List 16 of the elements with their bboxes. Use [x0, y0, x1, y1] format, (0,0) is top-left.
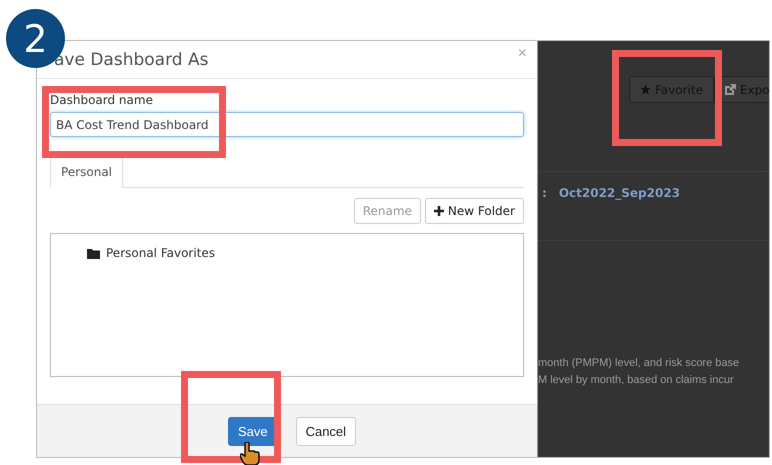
- period-link[interactable]: Oct2022_Sep2023: [558, 186, 680, 216]
- folder-icon: [87, 248, 100, 258]
- description-text: month (PMPM) level, and risk score base: [538, 357, 740, 369]
- folder-item[interactable]: Personal Favorites: [106, 246, 216, 260]
- close-button[interactable]: ×: [518, 44, 527, 62]
- star-icon: [640, 84, 651, 95]
- field-label: Dashboard name: [50, 93, 154, 107]
- separator-text: :: [542, 186, 547, 202]
- cancel-button[interactable]: Cancel: [296, 416, 356, 446]
- description-text: M level by month, based on claims incur: [538, 374, 735, 386]
- dialog-title: ave Dashboard As: [54, 50, 208, 70]
- export-icon: [724, 84, 736, 95]
- hand-cursor-icon: [240, 442, 260, 465]
- tab[interactable]: Personal: [50, 156, 124, 188]
- folder-button[interactable]: New Folder: [424, 198, 524, 224]
- dashboard-name-field[interactable]: BA Cost Trend Dashboard: [50, 112, 524, 137]
